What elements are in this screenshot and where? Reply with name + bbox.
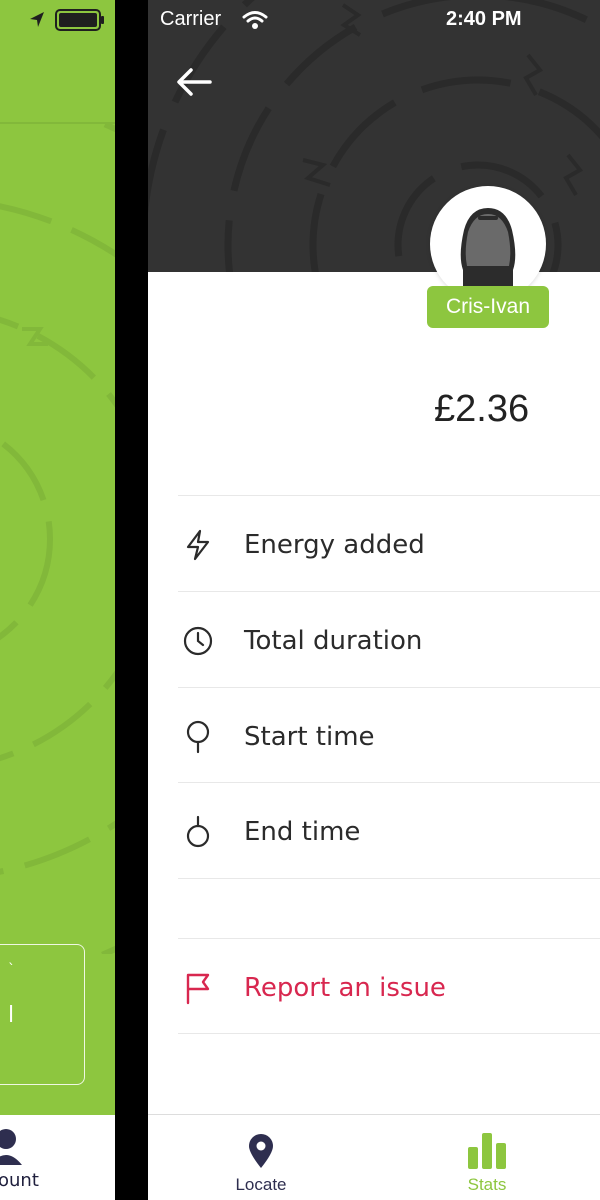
background-card-text: l bbox=[8, 1003, 15, 1028]
account-icon bbox=[0, 1129, 22, 1165]
location-pin-icon bbox=[180, 719, 216, 755]
location-arrow-icon bbox=[30, 12, 44, 27]
charger-plug-icon bbox=[460, 208, 516, 302]
divider bbox=[178, 878, 600, 879]
divider bbox=[178, 495, 600, 496]
divider bbox=[178, 687, 600, 688]
detail-row-start-time: Start time bbox=[178, 689, 600, 784]
divider bbox=[178, 591, 600, 592]
flag-icon bbox=[180, 970, 216, 1006]
detail-label: Total duration bbox=[244, 625, 423, 656]
user-name-badge: Cris-Ivan bbox=[427, 286, 549, 328]
tab-label: Locate bbox=[235, 1175, 287, 1194]
background-card-text: ` bbox=[8, 962, 15, 978]
divider bbox=[178, 1033, 600, 1034]
status-time: 2:40 PM bbox=[446, 8, 522, 30]
background-ripple-pattern bbox=[0, 124, 115, 954]
report-issue-label: Report an issue bbox=[244, 972, 446, 1003]
detail-label: Start time bbox=[244, 721, 375, 752]
divider bbox=[178, 782, 600, 783]
detail-label: End time bbox=[244, 816, 361, 847]
charging-session-screen: Carrier 2:40 PM Cris-Ivan £2.36 Energy a… bbox=[148, 0, 600, 1200]
detail-row-end-time: End time bbox=[178, 784, 600, 879]
detail-row-energy-added: Energy added bbox=[178, 497, 600, 592]
bar-chart-icon bbox=[467, 1129, 507, 1169]
back-button[interactable] bbox=[170, 58, 218, 106]
left-status-bar bbox=[30, 9, 104, 31]
session-cost: £2.36 bbox=[434, 388, 530, 430]
tab-label: Stats bbox=[467, 1175, 507, 1194]
tab-locate[interactable]: Locate bbox=[148, 1115, 374, 1200]
divider bbox=[178, 938, 600, 939]
carrier-label: Carrier bbox=[160, 8, 222, 30]
background-screen: ` l ount bbox=[0, 0, 115, 1200]
arrow-left-icon bbox=[177, 68, 212, 96]
detail-label: Energy added bbox=[244, 529, 425, 560]
wifi-icon bbox=[242, 11, 268, 29]
clock-icon bbox=[180, 623, 216, 659]
lightning-icon bbox=[180, 527, 216, 563]
tab-bar: Locate Stats bbox=[148, 1114, 600, 1200]
background-tab-label: ount bbox=[0, 1170, 39, 1191]
stopwatch-icon bbox=[180, 814, 216, 850]
charger-avatar bbox=[430, 186, 546, 302]
tab-stats[interactable]: Stats bbox=[374, 1115, 600, 1200]
map-pin-icon bbox=[246, 1129, 276, 1169]
detail-row-total-duration: Total duration bbox=[178, 593, 600, 688]
report-issue-button[interactable]: Report an issue bbox=[178, 940, 600, 1035]
